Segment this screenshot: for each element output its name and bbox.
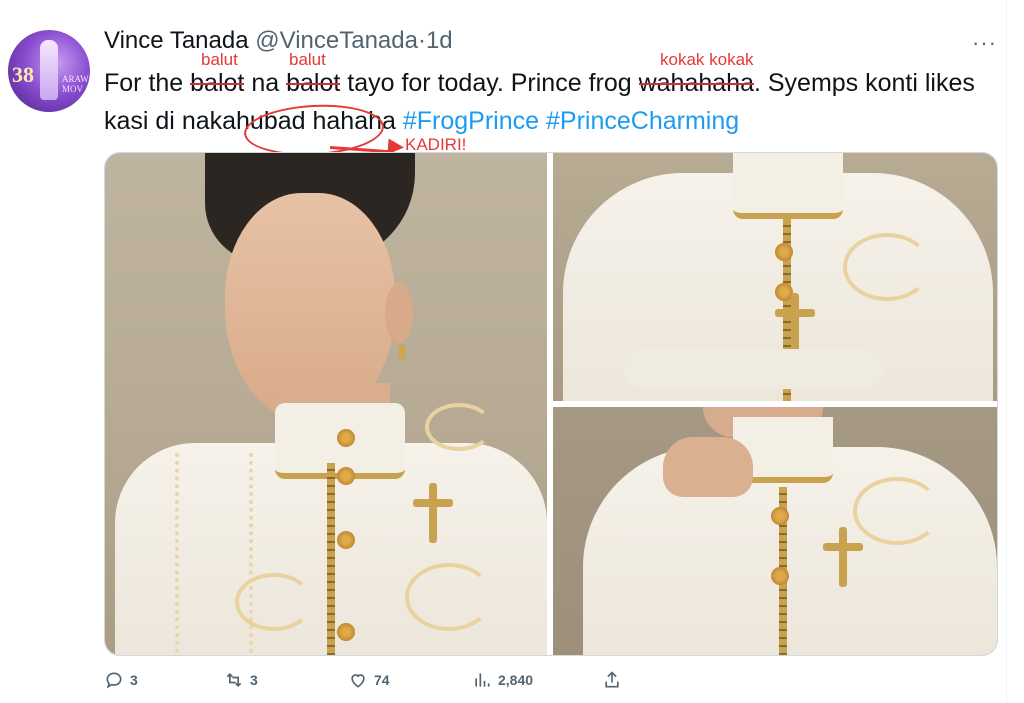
- views-button[interactable]: 2,840: [472, 670, 533, 690]
- heart-icon: [351, 674, 365, 688]
- photo-button: [337, 467, 355, 485]
- photo-trim: [327, 463, 335, 655]
- photo-button: [337, 429, 355, 447]
- text-segment: na: [244, 69, 287, 97]
- avatar-number: 38: [12, 62, 34, 87]
- struck-word-balot-1: balot: [190, 69, 245, 97]
- annotation-balut-1: balut: [201, 50, 238, 69]
- retweet-icon: [226, 672, 242, 688]
- retweet-button[interactable]: 3: [224, 670, 258, 690]
- photo-earring: [399, 345, 405, 359]
- photo-button: [771, 507, 789, 525]
- photo-hand: [663, 437, 753, 497]
- share-icon: [605, 671, 619, 688]
- like-count: 74: [374, 672, 390, 688]
- meta-separator: ·: [417, 27, 426, 54]
- photo-embroidery: [853, 477, 941, 545]
- photo-embroidery: [235, 573, 313, 631]
- more-options-icon[interactable]: ···: [972, 30, 997, 56]
- photo-1[interactable]: [105, 153, 547, 655]
- text-segment: tayo for today. Prince frog: [340, 69, 639, 97]
- annotation-balut-2: balut: [289, 50, 326, 69]
- tweet-header: Vince Tanada @VinceTanada·1d: [104, 26, 453, 56]
- annotation-kokak: kokak kokak: [660, 50, 754, 69]
- photo-cross-brooch: [413, 483, 453, 543]
- struck-word-balot-2: balot: [286, 69, 341, 97]
- text-segment: [539, 107, 546, 135]
- photo-button: [775, 243, 793, 261]
- photo-3[interactable]: [553, 407, 997, 655]
- media-grid: [104, 152, 998, 656]
- reply-count: 3: [130, 672, 138, 688]
- photo-beads: [175, 453, 253, 653]
- views-icon: [475, 673, 490, 687]
- reply-icon: [106, 672, 122, 689]
- photo-embroidery: [405, 563, 493, 631]
- avatar[interactable]: 38 ARAW MOV: [8, 30, 90, 112]
- photo-embroidery: [843, 233, 931, 301]
- author-handle[interactable]: @VinceTanada: [255, 27, 418, 54]
- reply-button[interactable]: 3: [104, 670, 138, 690]
- photo-button: [771, 567, 789, 585]
- struck-word-wahahaha: wahahaha: [638, 69, 754, 97]
- tweet-text: For the balot na balot tayo for today. P…: [104, 64, 994, 140]
- photo-button: [337, 623, 355, 641]
- text-segment: For the: [104, 69, 191, 97]
- like-button[interactable]: 74: [348, 670, 390, 690]
- photo-cross-brooch: [823, 527, 863, 587]
- hashtag-princecharming[interactable]: #PrinceCharming: [546, 107, 739, 135]
- photo-2[interactable]: [553, 153, 997, 401]
- photo-ear: [385, 283, 413, 343]
- photo-embroidery: [425, 403, 493, 451]
- views-count: 2,840: [498, 672, 534, 688]
- photo-arm: [623, 349, 883, 389]
- photo-cross-brooch: [775, 293, 815, 353]
- tweet-actions: 3 3 74 2,840: [104, 670, 664, 694]
- avatar-figure: [40, 40, 58, 100]
- share-button[interactable]: [602, 670, 622, 690]
- hashtag-frogprince[interactable]: #FrogPrince: [403, 107, 539, 135]
- photo-button: [337, 531, 355, 549]
- photo-collar: [733, 153, 843, 219]
- tweet-time[interactable]: 1d: [426, 27, 453, 54]
- retweet-count: 3: [250, 672, 258, 688]
- timeline-border: [1006, 0, 1007, 703]
- avatar-caption: ARAW MOV: [62, 74, 89, 94]
